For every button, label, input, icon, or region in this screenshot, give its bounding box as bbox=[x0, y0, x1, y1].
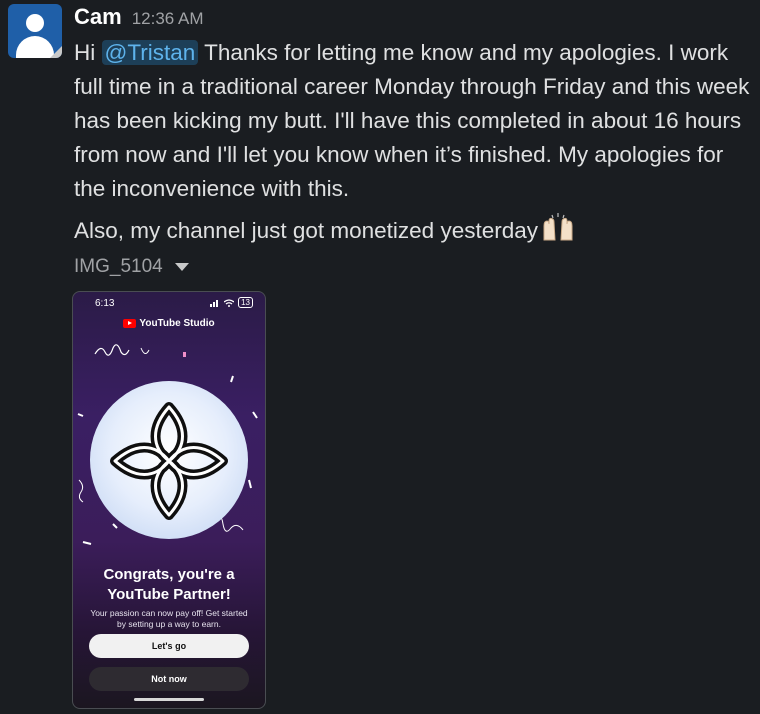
author-name[interactable]: Cam bbox=[74, 4, 122, 30]
message-text-second: Also, my channel just got monetized yest… bbox=[74, 212, 576, 252]
message-timestamp[interactable]: 12:36 AM bbox=[132, 9, 204, 29]
home-indicator bbox=[134, 698, 204, 701]
user-mention[interactable]: @Tristan bbox=[101, 40, 199, 65]
attachment-toggle[interactable]: IMG_5104 bbox=[74, 256, 189, 278]
not-now-button[interactable]: Not now bbox=[89, 667, 249, 691]
image-attachment[interactable]: 6:13 13 YouTube Studio Congrats, you're … bbox=[72, 291, 266, 709]
congrats-subtext: Your passion can now pay off! Get starte… bbox=[90, 608, 248, 629]
lets-go-button[interactable]: Let's go bbox=[89, 634, 249, 658]
avatar-corner-fold bbox=[50, 46, 62, 58]
partner-emblem-icon bbox=[110, 402, 228, 520]
avatar-body-shape bbox=[16, 36, 54, 58]
message-body-second: Also, my channel just got monetized yest… bbox=[74, 218, 538, 243]
avatar[interactable] bbox=[8, 4, 62, 58]
message-header: Cam 12:36 AM bbox=[74, 4, 204, 32]
avatar-head-shape bbox=[26, 14, 44, 32]
greeting-text: Hi bbox=[74, 40, 96, 65]
caret-down-icon bbox=[174, 263, 189, 271]
congrats-heading: Congrats, you're a YouTube Partner! bbox=[73, 565, 265, 605]
attachment-name: IMG_5104 bbox=[74, 256, 163, 277]
raised-hands-icon bbox=[540, 212, 576, 252]
message-text: Hi @Tristan Thanks for letting me know a… bbox=[74, 36, 756, 206]
congrats-line-1: Congrats, you're a bbox=[103, 566, 235, 583]
congrats-line-2: YouTube Partner! bbox=[107, 586, 231, 603]
